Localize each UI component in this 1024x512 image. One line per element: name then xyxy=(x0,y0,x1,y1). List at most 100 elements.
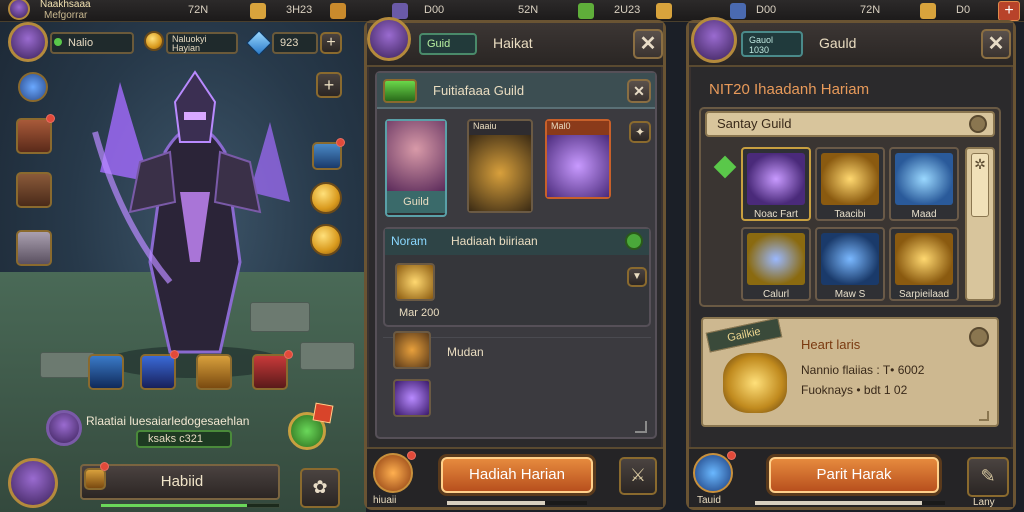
top-title: Naakhsaaa xyxy=(40,0,91,10)
shop-item[interactable]: Maad xyxy=(889,147,959,221)
resource-value: 52N xyxy=(518,4,539,16)
resource-value: D00 xyxy=(424,4,445,16)
gold-coin-icon[interactable] xyxy=(310,182,342,214)
gold-icon xyxy=(250,3,266,19)
quest-orb-icon[interactable] xyxy=(46,410,82,446)
close-button[interactable]: ✕ xyxy=(633,29,663,59)
shop-item[interactable]: Maw S xyxy=(815,227,885,301)
blue-pot-icon xyxy=(821,233,879,285)
task-text: Rlaatiai luesaiarledogesaehlan xyxy=(86,414,250,428)
top-subtitle: Mefgorrar xyxy=(44,10,88,21)
gem-value: 923 xyxy=(272,32,318,54)
hero-avatar-bottom[interactable] xyxy=(8,458,58,508)
blue-crystal-skill-icon[interactable] xyxy=(693,453,733,493)
check-icon[interactable] xyxy=(625,232,643,250)
check-icon[interactable] xyxy=(969,327,989,347)
fire-skill-icon[interactable] xyxy=(373,453,413,493)
gem-icon xyxy=(246,30,272,56)
resource-value: 72N xyxy=(188,4,209,16)
progress-bar xyxy=(447,501,587,505)
character-label: Guild xyxy=(387,191,445,213)
skill-slot-blue-icon[interactable] xyxy=(88,354,124,390)
gem-box-icon xyxy=(392,3,408,19)
shield-icon xyxy=(920,3,936,19)
action-button[interactable]: Parit Harak xyxy=(769,457,939,493)
section-heading: NIT20 Ihaadanh Hariam xyxy=(709,81,870,98)
scroll-icon[interactable]: ✎ xyxy=(967,457,1009,497)
player-mini-avatar[interactable] xyxy=(8,0,30,20)
chevron-down-icon[interactable]: ▼ xyxy=(627,267,647,287)
shop-scrollbar[interactable]: ✲ xyxy=(965,147,995,301)
notification-dot xyxy=(46,114,55,123)
guild-tab[interactable]: Guid xyxy=(419,33,477,55)
resource-value: 2U23 xyxy=(614,4,641,16)
level-badge-label: Gauol xyxy=(749,35,774,45)
skill-slot-crystal-icon[interactable] xyxy=(140,354,176,390)
inner-close-button[interactable]: ✕ xyxy=(627,79,651,103)
gold-coins-pile-icon xyxy=(723,353,787,413)
bottom-tab[interactable]: Habiid xyxy=(80,464,280,500)
gem-plus-button[interactable]: + xyxy=(320,32,342,54)
resize-grip-icon xyxy=(979,411,989,421)
top-plus-button[interactable]: + xyxy=(998,1,1020,21)
shop-item[interactable]: Noac Fart xyxy=(741,147,811,221)
level-badge: Gauol 1030 xyxy=(741,31,803,57)
reward-badge: Noram xyxy=(391,234,428,248)
guild-avatar[interactable] xyxy=(691,17,737,63)
character-portrait xyxy=(469,135,531,211)
guild-chest-icon xyxy=(383,79,417,103)
resource-value: 3H23 xyxy=(286,4,313,16)
weapon-icon[interactable] xyxy=(16,172,52,208)
reward-title: Heart laris xyxy=(801,337,861,352)
sword-icon[interactable]: ⚔ xyxy=(619,457,657,495)
reward-item-label: Mar 200 xyxy=(399,307,440,319)
character-card[interactable]: Guild xyxy=(385,119,447,217)
resize-grip-icon xyxy=(635,421,647,433)
shop-item[interactable]: Sarpieilaad xyxy=(889,227,959,301)
shop-item[interactable]: Taacibi xyxy=(815,147,885,221)
emerald-icon xyxy=(578,3,594,19)
pin-icon[interactable]: ✦ xyxy=(629,121,651,143)
panel-title: Haikat xyxy=(493,35,533,51)
chest-icon xyxy=(656,3,672,19)
blue-crystal-icon xyxy=(895,153,953,205)
purple-gem-ring-icon[interactable] xyxy=(393,331,431,369)
shop-item-label: Maad xyxy=(911,209,937,220)
scroll-thumb[interactable]: ✲ xyxy=(971,153,989,217)
guild-avatar[interactable] xyxy=(367,17,411,61)
close-button[interactable]: ✕ xyxy=(981,29,1011,59)
character-card[interactable]: Naaiu xyxy=(467,119,533,213)
progress-bar-fill xyxy=(447,501,545,505)
globe-icon[interactable] xyxy=(18,72,48,102)
panel-title: Gauld xyxy=(819,35,857,51)
xp-bar xyxy=(100,503,280,508)
player-avatar[interactable] xyxy=(8,22,48,62)
gold-coin-icon[interactable] xyxy=(310,224,342,256)
reward-title: Hadiaah biiriaan xyxy=(451,234,538,248)
daily-reward-button[interactable]: Hadiah Harian xyxy=(441,457,593,493)
gold-bars-icon xyxy=(821,153,879,205)
check-icon[interactable] xyxy=(969,115,987,133)
dark-knight-hero[interactable] xyxy=(80,62,310,382)
bottom-tab-label: Habiid xyxy=(160,473,204,490)
coin-label: Naluokyi Hayian xyxy=(166,32,238,54)
purple-orb-icon[interactable] xyxy=(393,379,431,417)
shop-section: Santay Guild Noac Fart Taacibi Maad Calu… xyxy=(699,107,1001,307)
resource-value: 72N xyxy=(860,4,881,16)
character-card[interactable]: Mal0 xyxy=(545,119,611,199)
hero-portrait-icon[interactable] xyxy=(16,118,52,154)
notification-dot xyxy=(170,350,179,359)
shop-item[interactable]: Calurl xyxy=(741,227,811,301)
armor-icon[interactable] xyxy=(16,230,52,266)
shop-item-label: Maw S xyxy=(834,289,866,300)
gold-pile-icon xyxy=(395,263,435,301)
character-label: Mal0 xyxy=(547,121,609,135)
online-dot-icon xyxy=(54,38,62,46)
shop-title: Santay Guild xyxy=(717,116,792,131)
settings-gear-icon[interactable]: ✿ xyxy=(300,468,340,508)
skill-slot-gold-icon[interactable] xyxy=(196,354,232,390)
resource-bar: Naakhsaaa Mefgorrar 72N 3H23 D00 52N 2U2… xyxy=(0,0,1024,22)
shop-item-label: Taacibi xyxy=(834,209,866,220)
skill-slot-treasure-icon[interactable] xyxy=(252,354,288,390)
add-button[interactable]: + xyxy=(316,72,342,98)
